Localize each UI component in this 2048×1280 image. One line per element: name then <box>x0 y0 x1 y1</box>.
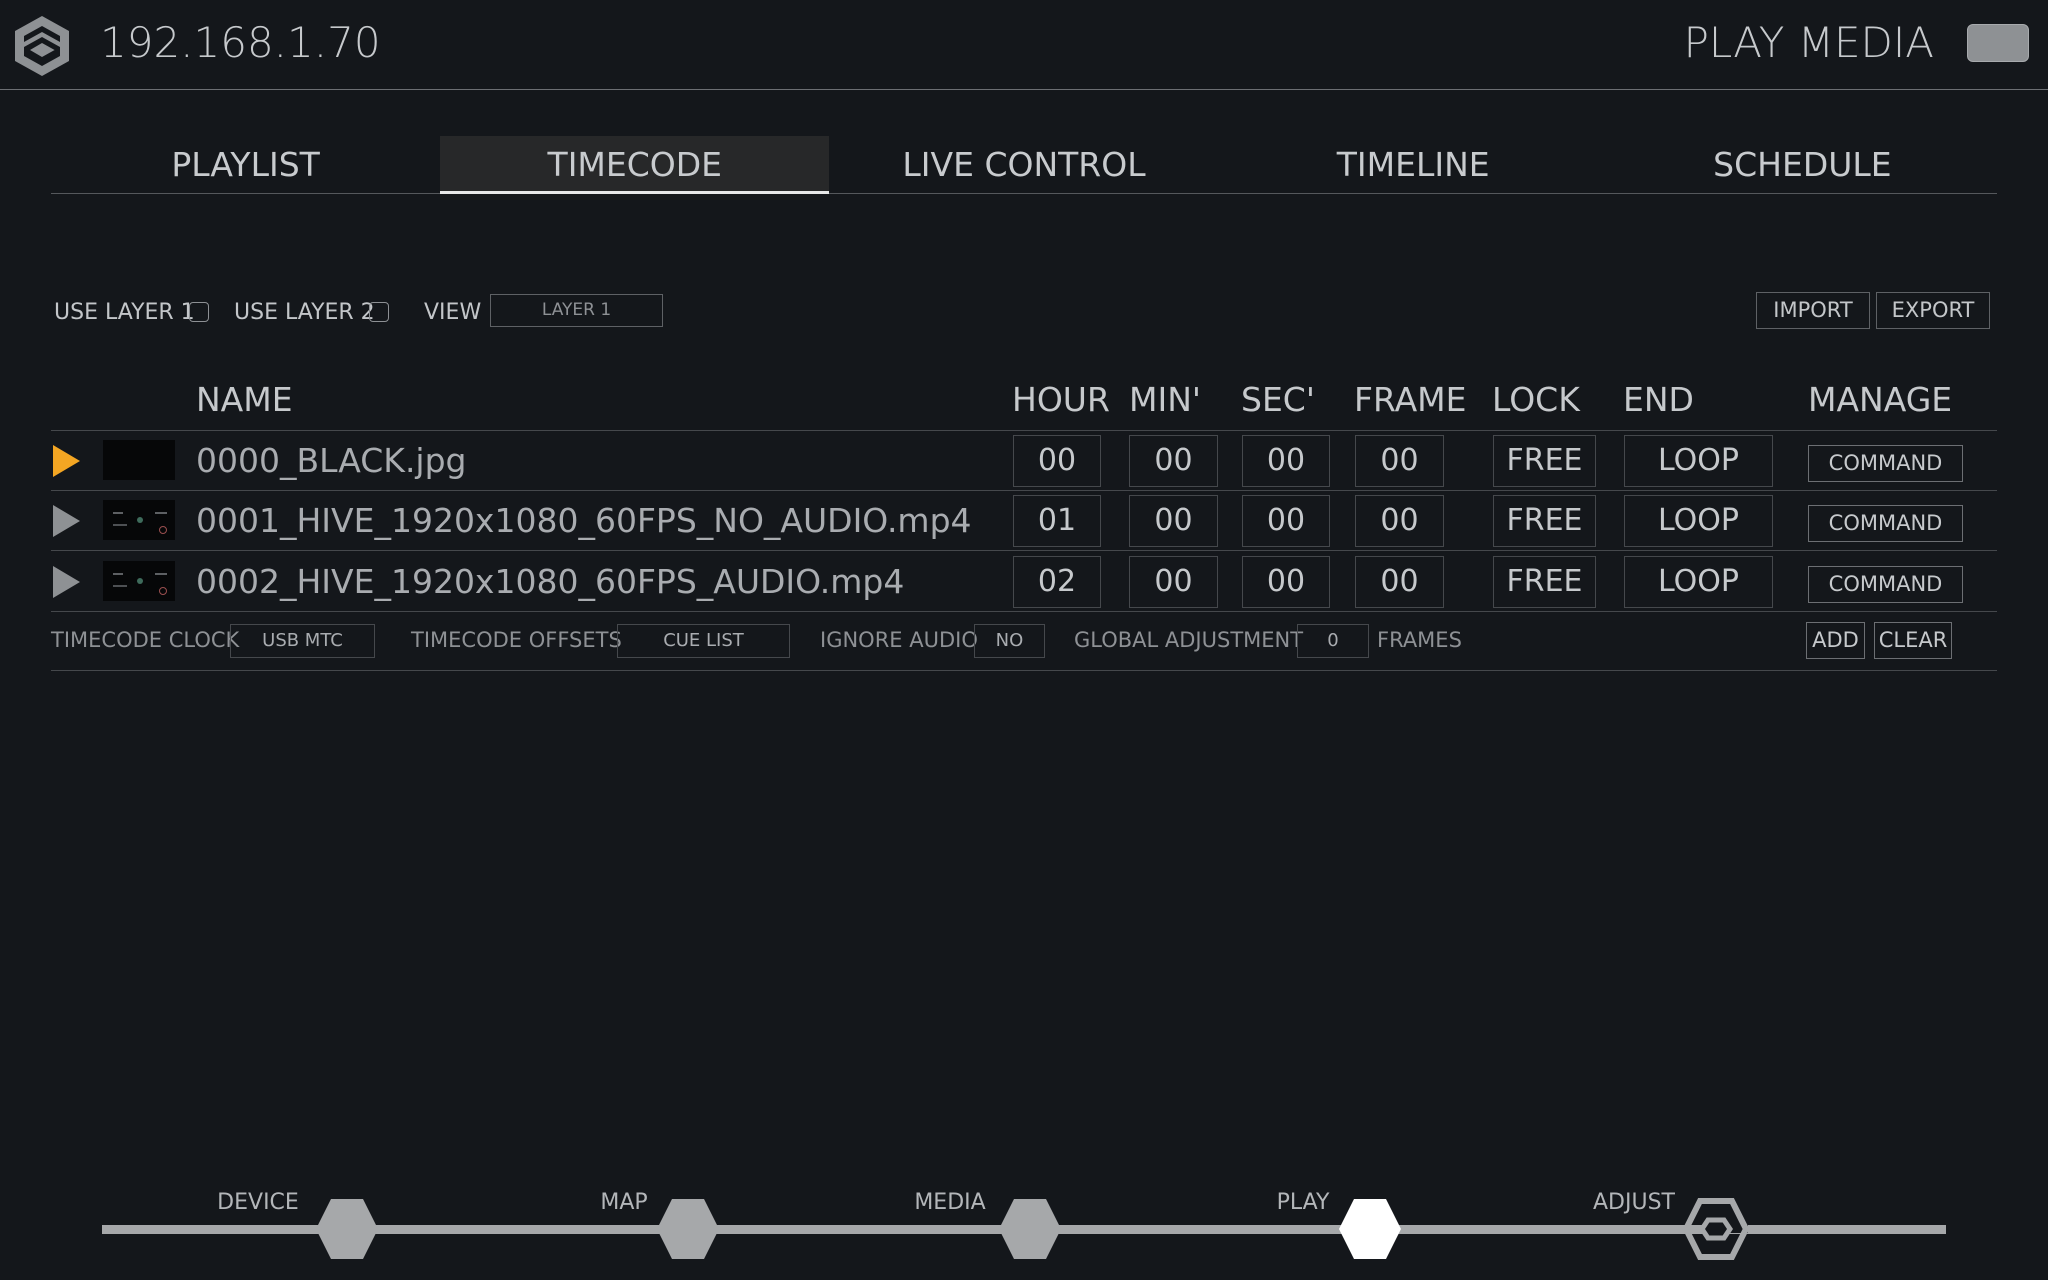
import-button[interactable]: IMPORT <box>1756 292 1870 329</box>
hour-field[interactable]: 01 <box>1013 495 1101 547</box>
media-thumbnail <box>103 561 175 601</box>
table-divider <box>51 550 1997 551</box>
use-layer-1-label: USE LAYER 1 <box>54 300 195 325</box>
tab-schedule[interactable]: SCHEDULE <box>1608 136 1997 193</box>
tab-timeline[interactable]: TIMELINE <box>1219 136 1608 193</box>
command-button[interactable]: COMMAND <box>1808 445 1963 482</box>
thumbnail-detail <box>155 573 167 575</box>
hive-logo-icon <box>15 16 69 76</box>
thumbnail-detail <box>137 578 143 584</box>
min-field[interactable]: 00 <box>1129 435 1218 487</box>
column-header-end: END <box>1623 380 1694 419</box>
clear-button[interactable]: CLEAR <box>1874 622 1952 659</box>
view-select[interactable]: LAYER 1 <box>490 294 663 327</box>
sec-field[interactable]: 00 <box>1242 495 1330 547</box>
timecode-offsets-label: TIMECODE OFFSETS <box>411 628 622 652</box>
media-name: 0000_BLACK.jpg <box>196 441 467 480</box>
page-title: PLAY MEDIA <box>1683 18 1934 67</box>
media-name: 0001_HIVE_1920x1080_60FPS_NO_AUDIO.mp4 <box>196 501 972 540</box>
column-header-hour: HOUR <box>1012 380 1110 419</box>
add-button[interactable]: ADD <box>1806 622 1865 659</box>
ignore-audio-select[interactable]: NO <box>974 624 1045 658</box>
table-divider <box>51 611 1997 612</box>
thumbnail-detail <box>155 512 167 514</box>
nav-play-hexagon-icon[interactable] <box>1338 1198 1402 1260</box>
export-button[interactable]: EXPORT <box>1876 292 1990 329</box>
thumbnail-detail <box>159 587 167 595</box>
tab-playlist[interactable]: PLAYLIST <box>51 136 440 193</box>
timecode-clock-label: TIMECODE CLOCK <box>51 628 240 652</box>
tab-bar: PLAYLIST TIMECODE LIVE CONTROL TIMELINE … <box>51 136 1997 194</box>
tab-timecode[interactable]: TIMECODE <box>440 136 830 194</box>
timecode-clock-select[interactable]: USB MTC <box>230 624 375 658</box>
frame-field[interactable]: 00 <box>1355 495 1444 547</box>
thumbnail-detail <box>113 573 123 575</box>
column-header-frame: FRAME <box>1354 380 1467 419</box>
thumbnail-detail <box>113 512 123 514</box>
device-ip: 192.168.1.70 <box>100 18 381 67</box>
min-field[interactable]: 00 <box>1129 556 1218 608</box>
use-layer-1-checkbox[interactable] <box>189 302 209 322</box>
command-button[interactable]: COMMAND <box>1808 505 1963 542</box>
use-layer-2-checkbox[interactable] <box>369 302 389 322</box>
timecode-offsets-select[interactable]: CUE LIST <box>617 624 790 658</box>
column-header-name: NAME <box>196 380 293 419</box>
play-icon[interactable] <box>53 505 80 537</box>
table-divider <box>51 490 1997 491</box>
frame-field[interactable]: 00 <box>1355 556 1444 608</box>
thumbnail-detail <box>113 585 127 587</box>
end-select[interactable]: LOOP <box>1624 556 1773 608</box>
command-button[interactable]: COMMAND <box>1808 566 1963 603</box>
nav-label-device: DEVICE <box>217 1190 299 1215</box>
play-icon[interactable] <box>53 566 80 598</box>
nav-label-media: MEDIA <box>914 1190 986 1215</box>
sec-field[interactable]: 00 <box>1242 556 1330 608</box>
thumbnail-detail <box>113 524 127 526</box>
play-icon[interactable] <box>53 445 80 477</box>
header-bar: 192.168.1.70 PLAY MEDIA <box>0 0 2048 90</box>
hour-field[interactable]: 00 <box>1013 435 1101 487</box>
frame-field[interactable]: 00 <box>1355 435 1444 487</box>
frames-label: FRAMES <box>1377 628 1462 652</box>
thumbnail-detail <box>159 526 167 534</box>
nav-label-adjust: ADJUST <box>1593 1190 1675 1215</box>
ignore-audio-label: IGNORE AUDIO <box>820 628 978 652</box>
end-select[interactable]: LOOP <box>1624 435 1773 487</box>
lock-select[interactable]: FREE <box>1493 556 1596 608</box>
media-thumbnail <box>103 500 175 540</box>
nav-media-hexagon-icon[interactable] <box>998 1198 1062 1260</box>
lock-select[interactable]: FREE <box>1493 435 1596 487</box>
nav-device-hexagon-icon[interactable] <box>315 1198 379 1260</box>
use-layer-2-label: USE LAYER 2 <box>234 300 375 325</box>
column-header-lock: LOCK <box>1492 380 1580 419</box>
view-label: VIEW <box>424 300 482 325</box>
hour-field[interactable]: 02 <box>1013 556 1101 608</box>
tab-live-control[interactable]: LIVE CONTROL <box>829 136 1218 193</box>
lock-select[interactable]: FREE <box>1493 495 1596 547</box>
end-select[interactable]: LOOP <box>1624 495 1773 547</box>
nav-map-hexagon-icon[interactable] <box>656 1198 720 1260</box>
global-adjustment-label: GLOBAL ADJUSTMENT <box>1074 628 1304 652</box>
nav-adjust-hexagon-icon[interactable] <box>1684 1198 1748 1260</box>
table-divider <box>51 670 1997 671</box>
table-divider <box>51 430 1997 431</box>
column-header-manage: MANAGE <box>1808 380 1953 419</box>
media-name: 0002_HIVE_1920x1080_60FPS_AUDIO.mp4 <box>196 562 905 601</box>
header-toggle-button[interactable] <box>1967 24 2029 62</box>
global-adjustment-input[interactable]: 0 <box>1297 624 1369 658</box>
min-field[interactable]: 00 <box>1129 495 1218 547</box>
thumbnail-detail <box>137 517 143 523</box>
media-thumbnail <box>103 440 175 480</box>
column-header-min: MIN' <box>1129 380 1201 419</box>
sec-field[interactable]: 00 <box>1242 435 1330 487</box>
column-header-sec: SEC' <box>1241 380 1315 419</box>
